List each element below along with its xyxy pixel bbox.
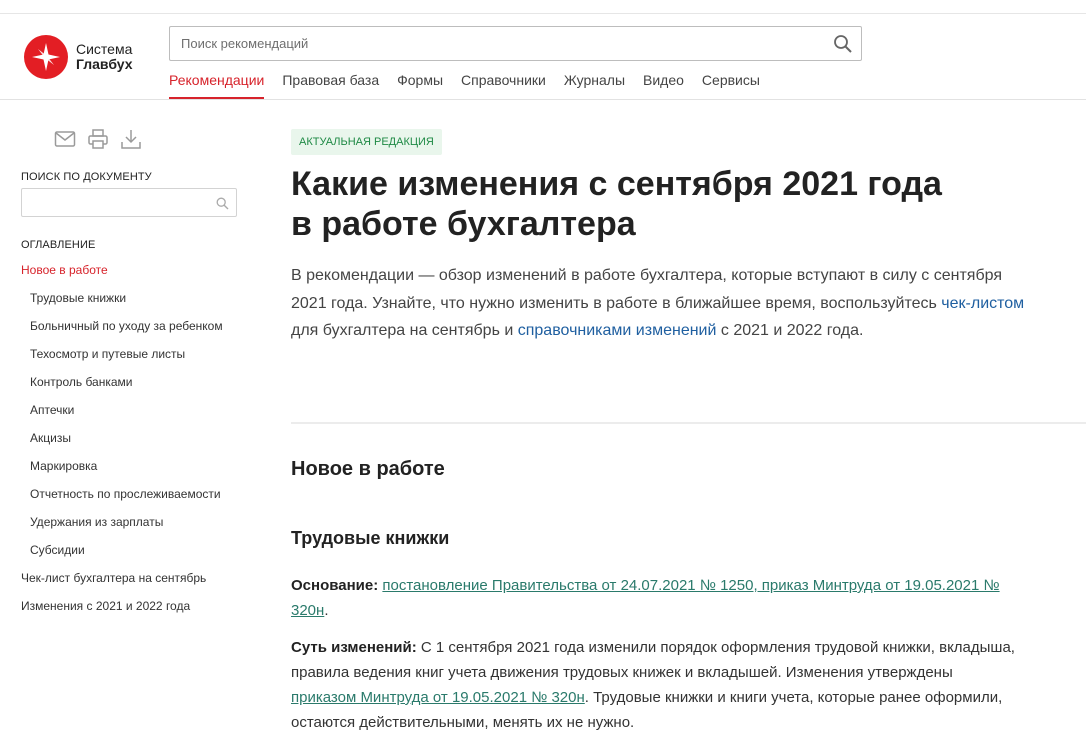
mail-icon[interactable] xyxy=(54,128,76,150)
changes-handbooks-link[interactable]: справочниками изменений xyxy=(518,322,717,339)
basis-link[interactable]: постановление Правительства от 24.07.202… xyxy=(291,577,1000,619)
table-of-contents: Новое в работе Трудовые книжки Больничны… xyxy=(21,262,223,626)
toc-item-first-aid-kits[interactable]: Аптечки xyxy=(21,402,223,430)
toc-item-checklist[interactable]: Чек-лист бухгалтера на сентябрь xyxy=(21,570,223,598)
toc-item-excise[interactable]: Акцизы xyxy=(21,430,223,458)
nav-video[interactable]: Видео xyxy=(643,72,684,99)
search-icon[interactable] xyxy=(833,34,853,54)
search-input[interactable] xyxy=(170,27,810,60)
toc-item-sick-leave[interactable]: Больничный по уходу за ребенком xyxy=(21,318,223,346)
changes-paragraph: Суть изменений: С 1 сентября 2021 года и… xyxy=(291,635,1021,735)
article-lead: В рекомендации — обзор изменений в работ… xyxy=(291,262,1031,345)
status-badge: АКТУАЛЬНАЯ РЕДАКЦИЯ xyxy=(291,129,442,155)
nav-handbooks[interactable]: Справочники xyxy=(461,72,546,99)
toc-item-labor-books[interactable]: Трудовые книжки xyxy=(21,290,223,318)
nav-legal-base[interactable]: Правовая база xyxy=(282,72,379,99)
basis-paragraph: Основание: постановление Правительства о… xyxy=(291,573,1021,623)
nav-services[interactable]: Сервисы xyxy=(702,72,760,99)
page-title-line1: Какие изменения с сентября 2021 года xyxy=(291,165,942,203)
document-search-box xyxy=(21,188,237,217)
toc-item-new-in-work[interactable]: Новое в работе xyxy=(21,262,223,290)
changes-label: Суть изменений: xyxy=(291,639,417,656)
page-title-line2: в работе бухгалтера xyxy=(291,205,636,243)
order-link[interactable]: приказом Минтруда от 19.05.2021 № 320н xyxy=(291,689,585,706)
logo[interactable]: Система Главбух xyxy=(24,35,133,79)
lead-text-1: В рекомендации — обзор изменений в работ… xyxy=(291,267,1002,312)
main-nav: Рекомендации Правовая база Формы Справоч… xyxy=(169,72,778,99)
toc-item-bank-control[interactable]: Контроль банками xyxy=(21,374,223,402)
toc-label: ОГЛАВЛЕНИЕ xyxy=(21,239,96,251)
subsection-title: Трудовые книжки xyxy=(291,528,450,548)
logo-star-icon xyxy=(24,35,68,79)
toc-item-subsidies[interactable]: Субсидии xyxy=(21,542,223,570)
document-search-input[interactable] xyxy=(22,189,212,216)
toc-item-salary-deductions[interactable]: Удержания из зарплаты xyxy=(21,514,223,542)
nav-recommendations[interactable]: Рекомендации xyxy=(169,72,265,99)
document-tools xyxy=(54,128,153,150)
search-icon[interactable] xyxy=(216,197,229,210)
top-divider xyxy=(0,13,1086,14)
toc-item-traceability[interactable]: Отчетность по прослеживаемости xyxy=(21,486,223,514)
basis-label: Основание: xyxy=(291,577,379,594)
toc-item-tech-inspection[interactable]: Техосмотр и путевые листы xyxy=(21,346,223,374)
checklist-link[interactable]: чек-листом xyxy=(941,295,1024,312)
nav-forms[interactable]: Формы xyxy=(397,72,443,99)
lead-text-2: для бухгалтера на сентябрь и xyxy=(291,322,518,339)
nav-journals[interactable]: Журналы xyxy=(564,72,625,99)
document-search-label: ПОИСК ПО ДОКУМЕНТУ xyxy=(21,171,152,183)
section-title: Новое в работе xyxy=(291,458,445,480)
download-icon[interactable] xyxy=(120,128,142,150)
logo-line2: Главбух xyxy=(76,56,133,72)
logo-line1: Система xyxy=(76,41,133,57)
content-divider xyxy=(291,422,1086,424)
search-box xyxy=(169,26,862,61)
toc-item-changes-2021-2022[interactable]: Изменения с 2021 и 2022 года xyxy=(21,598,223,626)
printer-icon[interactable] xyxy=(87,128,109,150)
basis-end: . xyxy=(324,602,329,619)
toc-item-labeling[interactable]: Маркировка xyxy=(21,458,223,486)
header-divider xyxy=(0,99,1086,100)
lead-text-3: с 2021 и 2022 года. xyxy=(716,322,864,339)
page-title: Какие изменения с сентября 2021 года в р… xyxy=(291,164,1051,244)
